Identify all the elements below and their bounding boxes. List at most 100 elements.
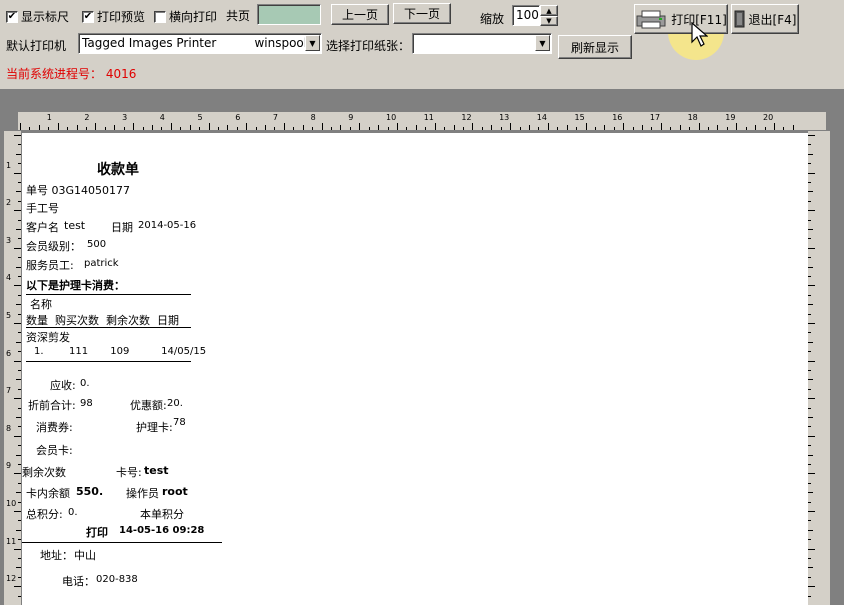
ruler-tick bbox=[808, 511, 815, 512]
zoom-up-icon[interactable]: ▲ bbox=[540, 5, 558, 16]
ruler-tick bbox=[808, 219, 811, 221]
ruler-tick bbox=[538, 127, 540, 130]
ruler-tick bbox=[67, 127, 69, 130]
ruler-tick bbox=[255, 127, 257, 130]
ruler-number: 13 bbox=[499, 113, 510, 122]
item-row: 1. 111 109 14/05/15 bbox=[34, 346, 207, 357]
ruler-tick bbox=[14, 511, 21, 512]
divider bbox=[26, 294, 191, 295]
zoom-down-icon[interactable]: ▼ bbox=[540, 16, 558, 26]
ruler-tick bbox=[689, 127, 691, 130]
ruler-tick bbox=[808, 426, 811, 428]
printer-select-value: Tagged Images Printer winspool I bbox=[82, 36, 319, 50]
zoom-input[interactable]: 100 bbox=[512, 5, 540, 26]
ruler-tick bbox=[808, 210, 815, 212]
ruler-tick bbox=[18, 407, 21, 409]
member-level-label: 会员级别： bbox=[26, 240, 81, 253]
ruler-tick bbox=[16, 529, 21, 531]
ruler-tick bbox=[14, 323, 21, 324]
ruler-number: 14 bbox=[536, 113, 547, 122]
top-ruler: 1 2 3 4 5 6 7 8 9 10 11 12 13 14 15 16 17 18 19 20 bbox=[18, 112, 826, 131]
ruler-tick bbox=[18, 576, 21, 578]
ruler-tick bbox=[808, 266, 813, 268]
ruler-tick bbox=[808, 341, 813, 343]
chevron-down-icon[interactable]: ▼ bbox=[305, 35, 320, 51]
ruler-number: 19 bbox=[725, 113, 736, 122]
ruler-tick bbox=[18, 276, 21, 277]
print-button[interactable]: 打印[F11] bbox=[634, 4, 728, 34]
ruler-tick bbox=[764, 127, 766, 130]
ruler-tick bbox=[18, 257, 21, 259]
prev-page-button[interactable]: 上一页 bbox=[331, 4, 389, 25]
ruler-tick bbox=[808, 360, 815, 362]
show-ruler-checkbox[interactable]: ✔ 显示标尺 bbox=[6, 8, 69, 25]
discount-label: 优惠额: bbox=[130, 399, 167, 412]
ruler-tick bbox=[18, 238, 21, 240]
landscape-checkbox[interactable]: 横向打印 bbox=[154, 8, 217, 25]
ruler-tick bbox=[613, 127, 615, 130]
section-title: 以下是护理卡消费： bbox=[26, 279, 125, 292]
ruler-tick bbox=[808, 529, 813, 531]
printer-select[interactable]: Tagged Images Printer winspool I ▼ bbox=[78, 33, 322, 54]
ruler-tick bbox=[114, 125, 116, 130]
ruler-tick bbox=[708, 127, 710, 130]
ruler-tick bbox=[808, 313, 811, 315]
date-value: 2014-05-16 bbox=[138, 220, 197, 231]
ruler-number: 3 bbox=[6, 235, 12, 245]
print-label: 打印 bbox=[86, 526, 108, 539]
receipt-title: 收款单 bbox=[97, 162, 139, 178]
ruler-tick bbox=[808, 445, 811, 447]
address-label: 地址： bbox=[40, 549, 73, 562]
page-count-field[interactable] bbox=[257, 4, 321, 25]
ruler-tick bbox=[500, 127, 502, 130]
ruler-tick bbox=[14, 285, 21, 287]
zoom-spinner[interactable]: ▲ ▼ bbox=[540, 5, 558, 26]
ruler-tick bbox=[340, 125, 342, 130]
ruler-tick bbox=[792, 125, 794, 130]
exit-button[interactable]: 退出[F4] bbox=[731, 4, 799, 34]
chevron-down-icon[interactable]: ▼ bbox=[535, 35, 550, 51]
ruler-tick bbox=[566, 125, 568, 130]
ruler-tick bbox=[29, 127, 31, 130]
total-pages-label: 共页 bbox=[226, 9, 251, 23]
process-id: 当前系统进程号： 4016 bbox=[6, 65, 136, 82]
voucher-label: 消费券: bbox=[36, 421, 73, 434]
ruler-tick bbox=[18, 182, 21, 183]
ruler-tick bbox=[808, 351, 811, 353]
paper-select[interactable]: ▼ bbox=[412, 33, 552, 54]
ruler-number: 16 bbox=[612, 113, 623, 122]
ruler-tick bbox=[14, 247, 21, 249]
manual-number: 手工号 bbox=[26, 202, 59, 215]
ruler-tick bbox=[151, 125, 153, 130]
ruler-tick bbox=[331, 127, 333, 130]
ruler-tick bbox=[808, 153, 813, 155]
ruler-tick bbox=[123, 127, 125, 130]
ruler-tick bbox=[808, 520, 811, 522]
ruler-tick bbox=[14, 548, 21, 550]
ruler-tick bbox=[16, 229, 21, 230]
print-page: 收款单 单号 03G14050177 手工号 客户名 test 日期 2014-… bbox=[22, 133, 808, 605]
ruler-tick bbox=[745, 127, 747, 130]
ruler-tick bbox=[293, 127, 295, 130]
ruler-tick bbox=[585, 123, 587, 130]
ruler-tick bbox=[808, 323, 815, 324]
ruler-tick bbox=[274, 127, 276, 130]
ruler-tick bbox=[576, 127, 578, 130]
ruler-number: 7 bbox=[6, 386, 12, 396]
ruler-tick bbox=[783, 127, 785, 130]
ruler-number: 10 bbox=[386, 113, 397, 122]
phone-label: 电话： bbox=[62, 575, 95, 588]
ruler-tick bbox=[547, 123, 549, 130]
ruler-number: 9 bbox=[6, 461, 12, 471]
ruler-tick bbox=[57, 123, 59, 130]
ruler-tick bbox=[808, 482, 811, 484]
ruler-tick bbox=[14, 172, 21, 174]
refresh-button[interactable]: 刷新显示 bbox=[558, 35, 632, 59]
next-page-button[interactable]: 下一页 bbox=[393, 3, 451, 24]
ruler-number: 7 bbox=[272, 113, 278, 122]
ruler-tick bbox=[16, 379, 21, 381]
print-preview-checkbox[interactable]: ✔ 打印预览 bbox=[82, 8, 145, 25]
print-time: 14-05-16 09:28 bbox=[119, 525, 205, 536]
ruler-tick bbox=[14, 210, 21, 212]
ruler-tick bbox=[18, 520, 21, 522]
